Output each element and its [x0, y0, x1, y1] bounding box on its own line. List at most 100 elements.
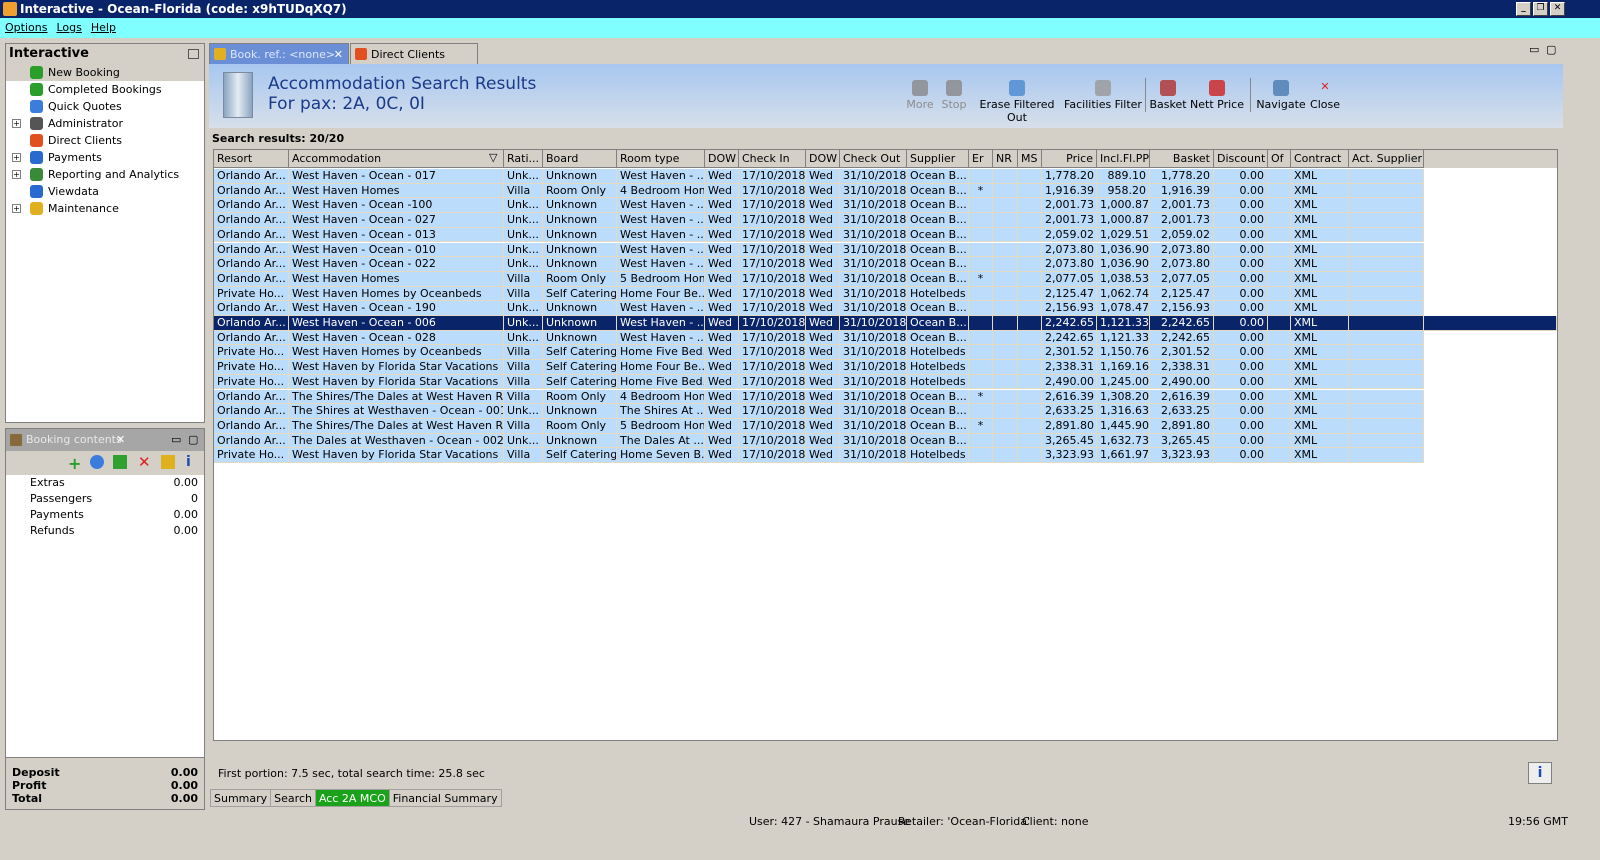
column-header-board[interactable]: Board [543, 150, 617, 168]
nav-item-payments[interactable]: + Payments [6, 149, 204, 166]
cell-resort: Orlando Ar... [214, 433, 289, 449]
cell-supplier: Ocean B... [907, 227, 969, 243]
expand-icon[interactable]: + [12, 119, 21, 128]
table-row[interactable]: Private Ho... West Haven Homes by Oceanbe… [214, 345, 1424, 361]
cell-check-out: 31/10/2018 [840, 257, 907, 272]
cell-accommodation: West Haven Homes by Oceanbeds [289, 345, 504, 361]
close-tab-icon[interactable]: ✕ [334, 44, 343, 65]
close-window-button[interactable]: ✕ [1550, 2, 1565, 16]
nav-item-maintenance[interactable]: + Maintenance [6, 200, 204, 217]
restore-button[interactable]: ❐ [1533, 2, 1548, 16]
collapse-button[interactable] [188, 49, 199, 59]
expand-icon[interactable]: + [12, 204, 21, 213]
table-row[interactable]: Private Ho... West Haven Homes by Oceanbe… [214, 286, 1424, 302]
expand-icon[interactable]: + [12, 170, 21, 179]
nav-item-quick-quotes[interactable]: Quick Quotes [6, 98, 204, 115]
table-row[interactable]: Orlando Ar... The Shires/The Dales at Wes… [214, 389, 1424, 405]
table-row[interactable]: Orlando Ar... The Shires/The Dales at Wes… [214, 418, 1424, 434]
add-icon[interactable]: + [68, 454, 81, 473]
filter-icon[interactable]: ▽ [489, 151, 497, 164]
close-button[interactable]: ✕ Close [1285, 80, 1365, 111]
column-header-act-supplier[interactable]: Act. Supplier [1349, 150, 1424, 168]
table-row[interactable]: Private Ho... West Haven by Florida Star … [214, 360, 1424, 375]
cell-ms [1018, 360, 1042, 375]
menu-help[interactable]: Help [91, 21, 116, 34]
nav-item-completed-bookings[interactable]: Completed Bookings [6, 81, 204, 98]
delete-icon[interactable]: ✕ [138, 453, 151, 471]
column-header-resort[interactable]: Resort [214, 150, 289, 168]
column-header-room-type[interactable]: Room type [617, 150, 705, 168]
nav-item-viewdata[interactable]: Viewdata [6, 183, 204, 200]
column-header-contract[interactable]: Contract [1291, 150, 1349, 168]
column-header-dow[interactable]: DOW [705, 150, 739, 168]
column-header-discount[interactable]: Discount [1214, 150, 1268, 168]
refresh-icon[interactable] [90, 455, 104, 469]
column-header-check-in[interactable]: Check In [739, 150, 806, 168]
table-row[interactable]: Orlando Ar... West Haven - Ocean -100 Unk.… [214, 198, 1424, 214]
table-row[interactable]: Orlando Ar... West Haven Homes Villa Room O… [214, 183, 1424, 199]
column-header-basket[interactable]: Basket [1150, 150, 1214, 168]
info-icon[interactable]: i [186, 454, 191, 470]
cell-nr [993, 360, 1018, 375]
column-header-rati[interactable]: Rati... [504, 150, 543, 168]
table-row[interactable]: Orlando Ar... West Haven - Ocean - 027 Unk… [214, 213, 1424, 228]
cell-accommodation: West Haven - Ocean - 190 [289, 301, 504, 316]
table-row[interactable]: Orlando Ar... West Haven - Ocean - 022 Unk… [214, 257, 1424, 272]
minimize-pane-icon[interactable]: ▭ [1529, 43, 1539, 56]
table-row[interactable]: Private Ho... West Haven by Florida Star … [214, 448, 1424, 463]
tab-summary[interactable]: Summary [210, 789, 272, 807]
column-header-check-out[interactable]: Check Out [840, 150, 907, 168]
column-header-ms[interactable]: MS [1018, 150, 1042, 168]
table-row[interactable]: Orlando Ar... West Haven - Ocean - 013 Unk… [214, 227, 1424, 243]
cell-board: Unknown [543, 169, 617, 184]
minimize-button[interactable]: _ [1516, 2, 1531, 16]
table-row[interactable]: Orlando Ar... West Haven - Ocean - 006 Unk… [214, 316, 1557, 331]
tab-financial-summary[interactable]: Financial Summary [388, 789, 502, 807]
column-header-supplier[interactable]: Supplier [907, 150, 969, 168]
table-row[interactable]: Orlando Ar... West Haven - Ocean - 028 Unk… [214, 330, 1424, 346]
tab-booking-ref[interactable]: Book. ref.: <none> ✕ [209, 43, 349, 64]
cell-board: Unknown [543, 301, 617, 316]
table-row[interactable]: Orlando Ar... West Haven - Ocean - 010 Unk… [214, 242, 1424, 258]
table-row[interactable]: Orlando Ar... West Haven - Ocean - 190 Unk… [214, 301, 1424, 316]
erase-filtered-out-button[interactable]: Erase Filtered Out [977, 80, 1057, 124]
menu-options[interactable]: Options [5, 21, 47, 34]
cell-rati: Villa [504, 374, 543, 390]
cell-contract: XML [1291, 198, 1349, 214]
column-header-incl-fl-pp[interactable]: Incl.Fl.PP [1097, 150, 1150, 168]
expand-icon[interactable]: + [12, 153, 21, 162]
column-header-price[interactable]: Price [1042, 150, 1097, 168]
cell-accommodation: West Haven - Ocean -100 [289, 198, 504, 214]
table-row[interactable]: Orlando Ar... The Dales at Westhaven - Oc… [214, 433, 1424, 449]
maximize-pane-icon[interactable]: ▢ [1546, 43, 1556, 56]
cell-check-out: 31/10/2018 [840, 169, 907, 184]
table-row[interactable]: Orlando Ar... The Shires at Westhaven - O… [214, 404, 1424, 419]
column-header-accommodation[interactable]: Accommodation [289, 150, 504, 168]
table-row[interactable]: Orlando Ar... West Haven Homes Villa Room O… [214, 271, 1424, 287]
nav-item-direct-clients[interactable]: Direct Clients [6, 132, 204, 149]
menu-logs[interactable]: Logs [56, 21, 81, 34]
tab-search[interactable]: Search [270, 789, 316, 807]
transfer-icon[interactable] [113, 455, 127, 469]
table-row[interactable]: Orlando Ar... West Haven - Ocean - 017 Unk… [214, 169, 1424, 184]
nav-item-new-booking[interactable]: New Booking [6, 64, 204, 81]
total-row-total: Total 0.00 [12, 792, 198, 805]
nav-item-reporting-and-analytics[interactable]: + Reporting and Analytics [6, 166, 204, 183]
tab-direct-clients-search[interactable]: Direct Clients Search [350, 43, 478, 82]
cell-discount: 0.00 [1214, 227, 1268, 243]
nav-item-label: Reporting and Analytics [48, 168, 180, 181]
palm-icon[interactable] [161, 455, 175, 469]
cell-supplier: Ocean B... [907, 301, 969, 316]
column-header-er[interactable]: Er [969, 150, 993, 168]
nav-item-administrator[interactable]: + Administrator [6, 115, 204, 132]
column-header-of[interactable]: Of [1268, 150, 1291, 168]
close-tab-icon[interactable]: ✕ [116, 429, 125, 451]
cell-dow: Wed [806, 213, 840, 228]
tab-acc-2a-mco[interactable]: Acc 2A MCO [314, 789, 390, 807]
column-header-nr[interactable]: NR [993, 150, 1018, 168]
info-button[interactable]: i [1528, 762, 1552, 784]
total-label: Total [12, 792, 43, 805]
table-row[interactable]: Private Ho... West Haven by Florida Star … [214, 374, 1424, 390]
column-header-dow[interactable]: DOW [806, 150, 840, 168]
cell-incl-fl-pp: 1,121.33 [1097, 316, 1150, 331]
